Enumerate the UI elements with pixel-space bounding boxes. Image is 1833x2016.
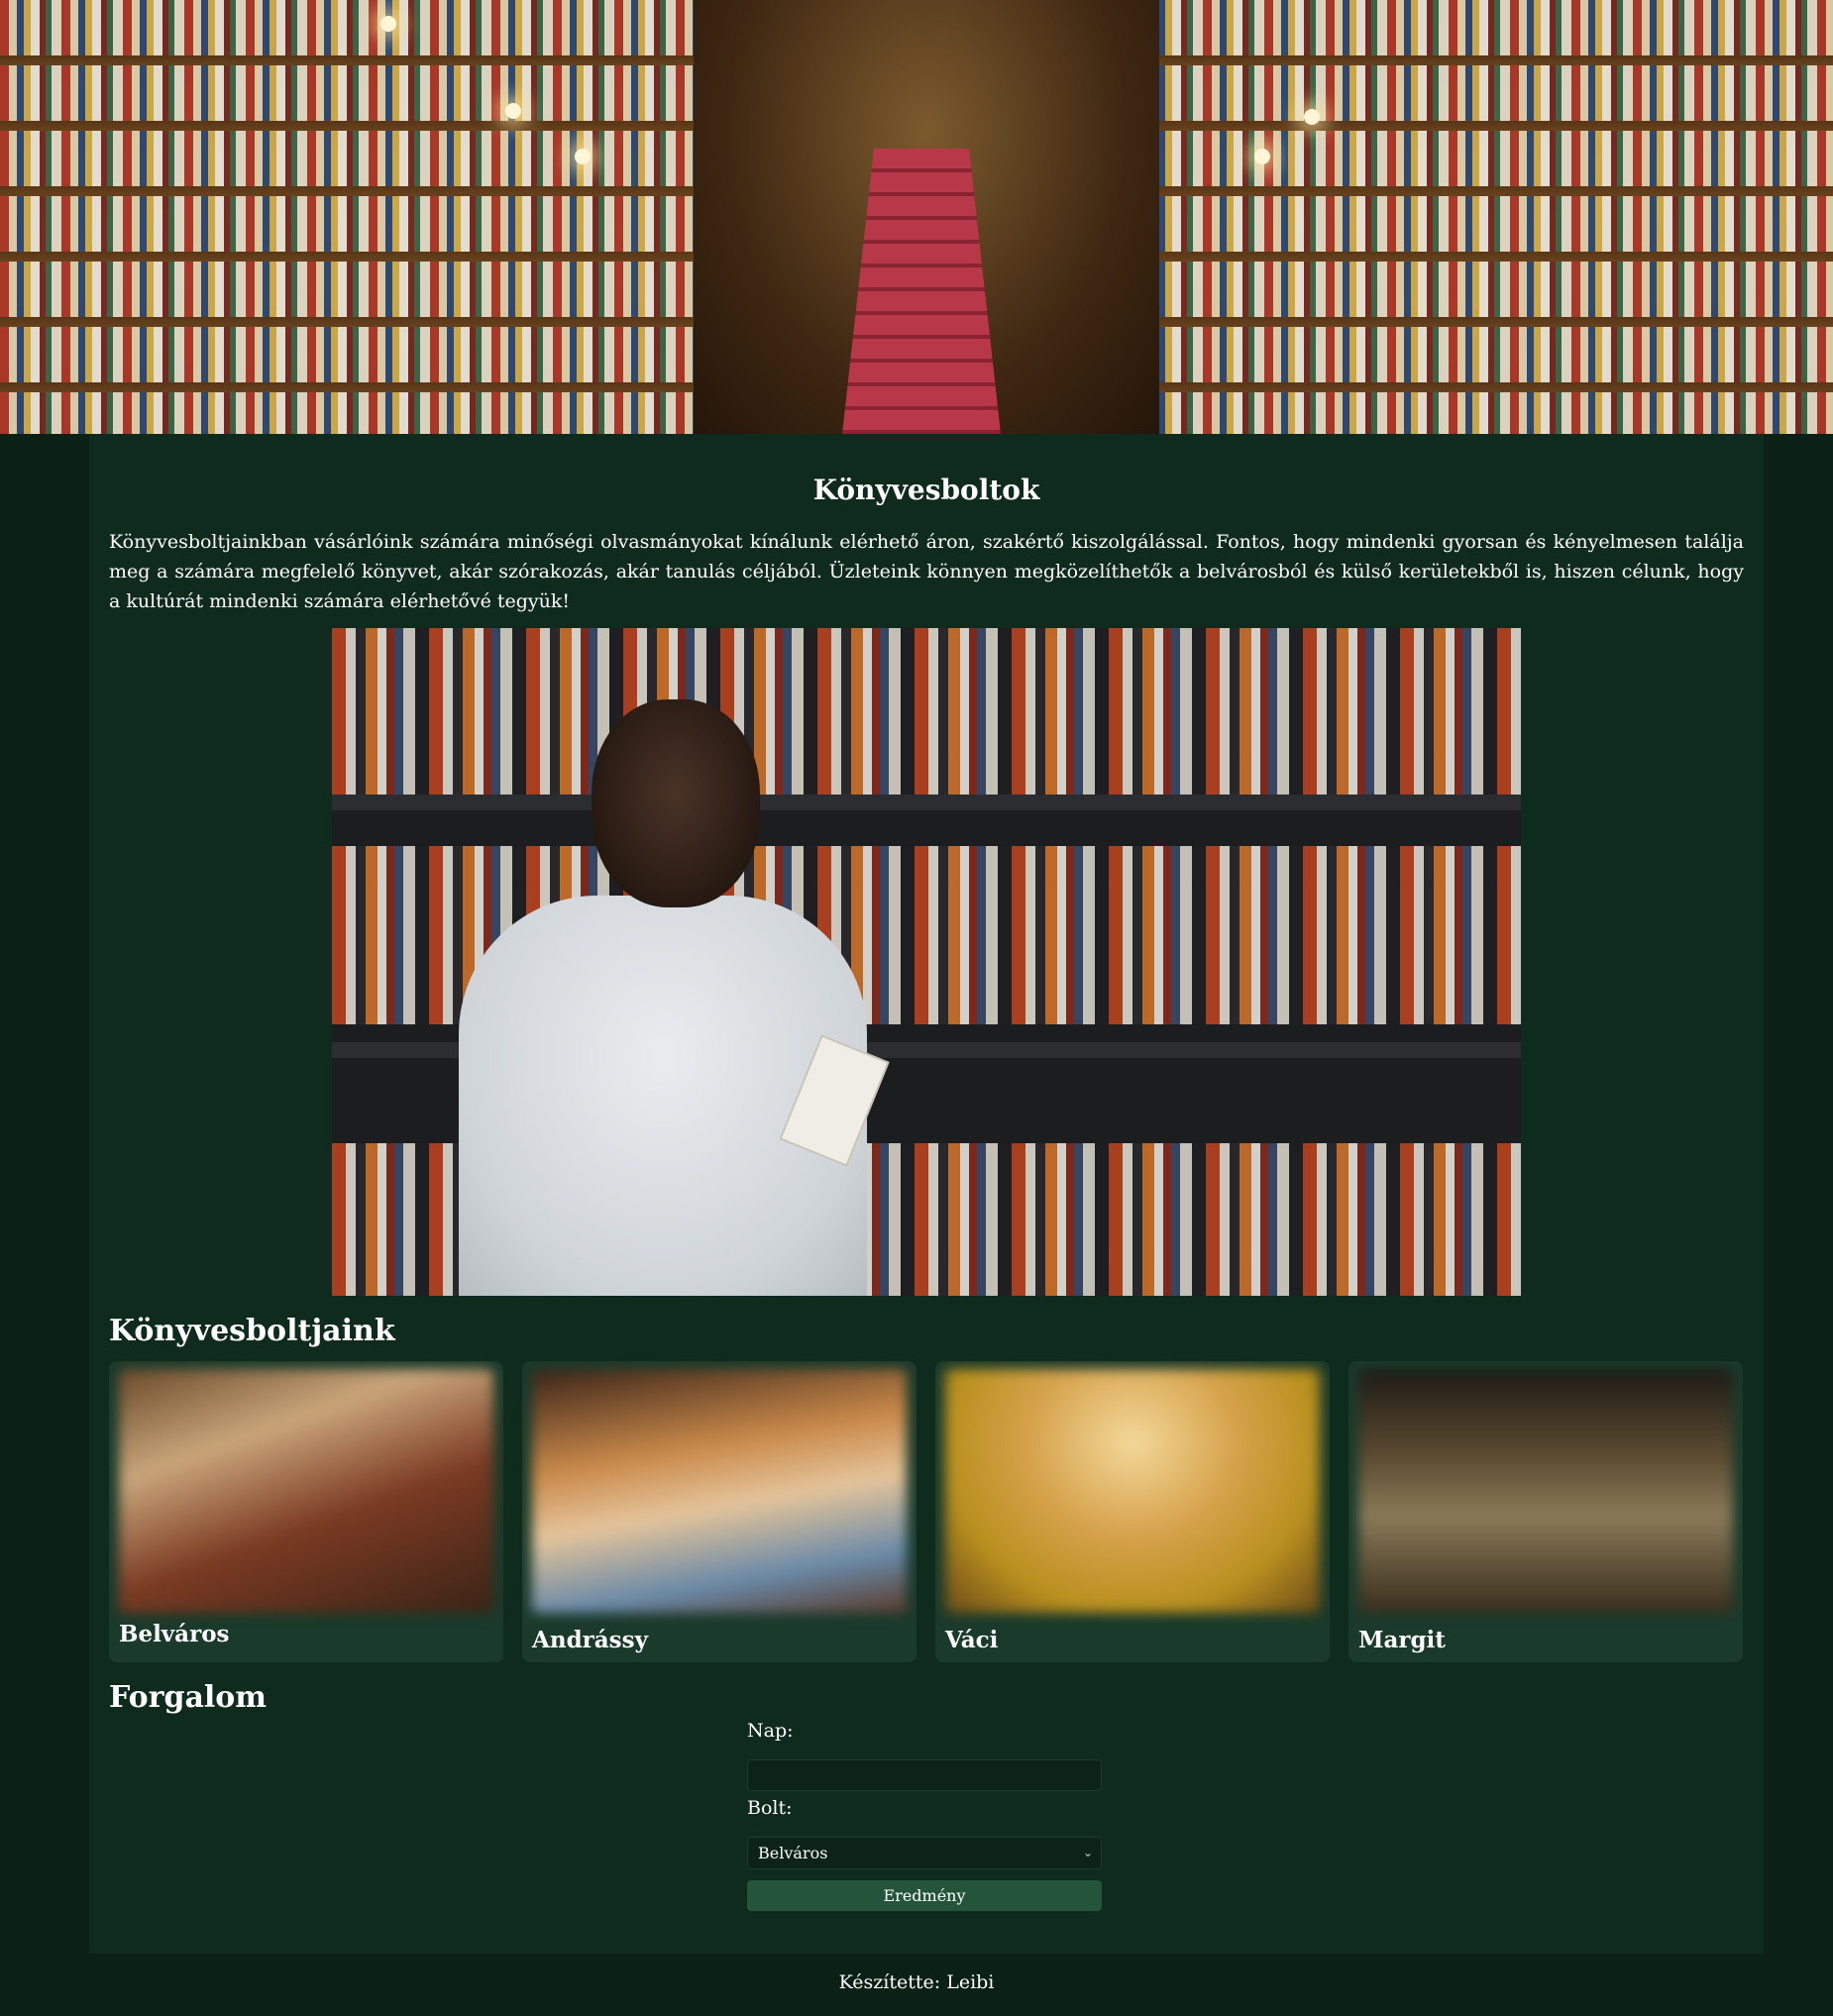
- store-photo: [945, 1369, 1320, 1613]
- bookshelves-right: [1080, 0, 1833, 434]
- stores-heading: Könyvesboltjaink: [109, 1314, 395, 1348]
- store-card-label: Belváros: [119, 1621, 230, 1647]
- day-label: Nap:: [747, 1720, 794, 1742]
- intro-paragraph: Könyvesboltjainkban vásárlóink számára m…: [109, 531, 1744, 612]
- store-card-belvaros[interactable]: Belváros: [109, 1361, 503, 1662]
- lamp-light: [380, 16, 396, 32]
- traffic-heading: Forgalom: [109, 1680, 268, 1715]
- store-card-andrassy[interactable]: Andrássy: [522, 1361, 916, 1662]
- main-content: Könyvesboltok Könyvesboltjainkban vásárl…: [89, 434, 1764, 1954]
- page-title: Könyvesboltok: [812, 474, 1040, 506]
- store-card-label: Margit: [1358, 1627, 1446, 1653]
- lamp-light: [1304, 109, 1320, 125]
- chevron-down-icon: ⌄: [1082, 1846, 1093, 1859]
- footer-credit: Készítette: Leibi: [838, 1971, 995, 1993]
- lamp-light: [575, 149, 591, 164]
- store-card-margit[interactable]: Margit: [1348, 1361, 1743, 1662]
- store-card-label: Andrássy: [532, 1627, 648, 1653]
- feature-image: [332, 628, 1521, 1296]
- shelf-row: [332, 628, 1521, 806]
- store-select-value: Belváros: [758, 1844, 828, 1862]
- store-card-vaci[interactable]: Váci: [935, 1361, 1330, 1662]
- shelf-board: [332, 795, 1521, 810]
- store-photo: [532, 1369, 907, 1613]
- bookshelves-left: [0, 0, 753, 434]
- lamp-light: [505, 103, 521, 119]
- result-button[interactable]: Eredmény: [747, 1880, 1102, 1911]
- lamp-light: [1254, 149, 1270, 164]
- hero-banner-image: [0, 0, 1833, 434]
- person-head: [592, 699, 760, 907]
- store-label: Bolt:: [747, 1797, 793, 1819]
- store-photo: [119, 1369, 493, 1613]
- day-input[interactable]: [747, 1759, 1102, 1791]
- store-card-label: Váci: [945, 1627, 999, 1653]
- store-cards: Belváros Andrássy Váci Margit: [109, 1361, 1744, 1662]
- store-photo: [1358, 1369, 1733, 1613]
- store-select[interactable]: Belváros ⌄: [747, 1837, 1102, 1869]
